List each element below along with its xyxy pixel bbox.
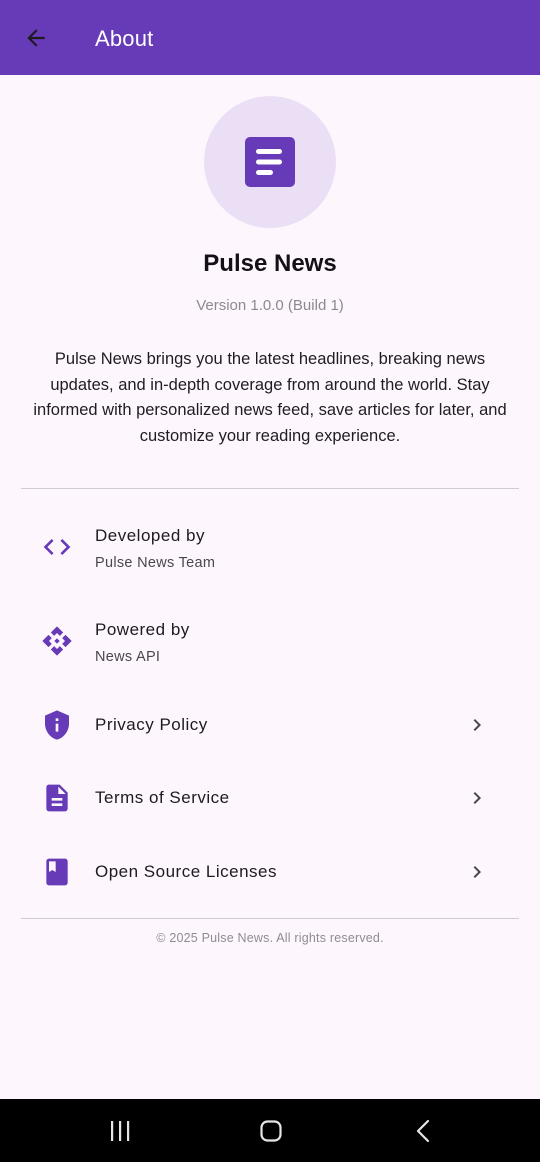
app-version: Version 1.0.0 (Build 1) [196, 297, 344, 314]
home-button[interactable] [251, 1115, 291, 1147]
app-bar: About [0, 0, 540, 75]
arrow-back-icon [27, 29, 45, 47]
back-button[interactable] [14, 16, 58, 60]
powered-by-value: News API [95, 649, 161, 665]
system-back-icon [416, 1119, 430, 1143]
app-description: Pulse News brings you the latest headlin… [33, 350, 507, 445]
divider-bottom [21, 918, 519, 919]
document-icon [46, 784, 68, 812]
app-name: Pulse News [203, 250, 337, 277]
chevron-right-icon [473, 866, 481, 878]
powered-by-title: Powered by [95, 620, 190, 639]
article-icon [245, 137, 295, 187]
privacy-policy-item[interactable]: Privacy Policy [21, 700, 519, 750]
system-nav-bar [0, 1099, 540, 1162]
api-icon [42, 626, 72, 656]
home-icon [260, 1120, 282, 1142]
recents-button[interactable] [100, 1115, 140, 1147]
open-source-licenses-label: Open Source Licenses [95, 862, 277, 881]
developed-by-title: Developed by [95, 526, 205, 545]
divider-top [21, 488, 519, 489]
app-logo [204, 96, 336, 228]
privacy-shield-icon [45, 710, 69, 740]
terms-of-service-label: Terms of Service [95, 788, 230, 807]
system-back-button[interactable] [404, 1115, 444, 1147]
recents-icon [111, 1121, 130, 1141]
open-source-licenses-item[interactable]: Open Source Licenses [21, 847, 519, 897]
chevron-right-icon [473, 719, 481, 731]
developed-by-item: Developed by Pulse News Team [21, 518, 519, 582]
terms-of-service-item[interactable]: Terms of Service [21, 773, 519, 823]
code-icon [43, 539, 71, 555]
chevron-right-icon [473, 792, 481, 804]
developed-by-value: Pulse News Team [95, 555, 216, 571]
book-icon [46, 858, 68, 886]
page-title: About [95, 26, 154, 51]
powered-by-item: Powered by News API [21, 612, 519, 676]
copyright-text: © 2025 Pulse News. All rights reserved. [156, 931, 384, 945]
privacy-policy-label: Privacy Policy [95, 715, 208, 734]
